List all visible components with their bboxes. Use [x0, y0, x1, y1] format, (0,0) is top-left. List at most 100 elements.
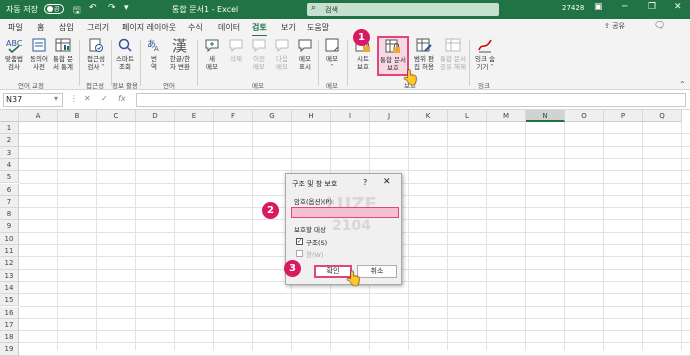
- minimize-icon[interactable]: ─: [622, 2, 627, 12]
- row-header-17[interactable]: 17: [0, 318, 19, 332]
- smart-lookup-button[interactable]: 스마트 조회: [114, 37, 136, 71]
- row-header-12[interactable]: 12: [0, 257, 19, 270]
- column-header-c[interactable]: C: [97, 110, 136, 122]
- column-header-i[interactable]: I: [331, 110, 370, 122]
- delete-comment-button[interactable]: 삭제: [226, 37, 246, 63]
- notes-label: 메모 ˅: [326, 55, 338, 71]
- collapse-ribbon-icon[interactable]: ⌃: [679, 80, 686, 89]
- column-header-l[interactable]: L: [448, 110, 487, 122]
- windows-checkbox[interactable]: [296, 250, 303, 257]
- save-icon[interactable]: 🖫: [73, 3, 81, 19]
- redo-icon[interactable]: ↷: [108, 3, 116, 13]
- help-icon[interactable]: ?: [363, 178, 367, 187]
- tab-9[interactable]: 도움말: [307, 22, 329, 33]
- tab-8[interactable]: 보기: [281, 22, 296, 33]
- row-header-16[interactable]: 16: [0, 306, 19, 319]
- previous-comment-button[interactable]: 이전 메모: [249, 37, 269, 71]
- undo-icon[interactable]: ↶: [89, 3, 97, 13]
- row-header-1[interactable]: 1: [0, 122, 19, 135]
- tab-1[interactable]: 홈: [37, 22, 44, 33]
- tab-7[interactable]: 검토: [252, 22, 267, 37]
- row-header-9[interactable]: 9: [0, 220, 19, 233]
- column-header-d[interactable]: D: [136, 110, 175, 122]
- thesaurus-button[interactable]: 동의어 사전: [28, 37, 50, 71]
- group-language: 언어: [163, 82, 175, 90]
- column-header-o[interactable]: O: [565, 110, 604, 122]
- dialog-title: 구조 및 창 보호: [292, 180, 338, 188]
- row-header-4[interactable]: 4: [0, 158, 19, 172]
- protect-structure-dialog: LUZE 2104 구조 및 창 보호 ? ✕ 암호(옵션)(P): 보호할 대…: [285, 173, 402, 285]
- document-title: 통합 문서1 - Excel: [172, 5, 239, 14]
- cancel-entry-icon[interactable]: ✕: [84, 94, 91, 103]
- workbook-stats-button[interactable]: 통합 문 서 통계: [52, 37, 74, 71]
- search-box[interactable]: ⌕ 검색: [307, 3, 499, 16]
- restore-icon[interactable]: ❐: [648, 2, 656, 12]
- user-name[interactable]: 27428: [562, 4, 584, 12]
- column-header-p[interactable]: P: [604, 110, 643, 122]
- show-comments-label: 메모 표시: [299, 55, 311, 71]
- workbook-stats-label: 통합 문 서 통계: [52, 55, 73, 71]
- column-header-j[interactable]: J: [370, 110, 409, 122]
- column-header-f[interactable]: F: [214, 110, 253, 122]
- next-comment-icon: [275, 39, 289, 53]
- row-header-11[interactable]: 11: [0, 245, 19, 258]
- row-header-5[interactable]: 5: [0, 171, 19, 184]
- tab-4[interactable]: 페이지 레이아웃: [122, 22, 176, 33]
- unshare-workbook-button[interactable]: 통합 문서 공유 해제: [439, 37, 467, 71]
- row-header-7[interactable]: 7: [0, 195, 19, 209]
- allow-edit-ranges-button[interactable]: 범위 편 집 허용: [412, 37, 436, 71]
- formula-input[interactable]: [136, 93, 686, 107]
- row-header-14[interactable]: 14: [0, 281, 19, 295]
- gridline: [213, 122, 214, 350]
- column-header-g[interactable]: G: [253, 110, 292, 122]
- new-comment-icon: [205, 39, 219, 53]
- smart-lookup-icon: [118, 38, 132, 52]
- next-comment-button[interactable]: 다음 메모: [272, 37, 292, 71]
- column-header-a[interactable]: A: [19, 110, 58, 122]
- column-header-m[interactable]: M: [487, 110, 526, 122]
- autosave-toggle[interactable]: 끔: [44, 4, 64, 14]
- row-header-6[interactable]: 6: [0, 183, 19, 196]
- column-header-b[interactable]: B: [58, 110, 97, 122]
- column-header-n[interactable]: N: [526, 110, 565, 122]
- insert-function-icon[interactable]: fx: [118, 94, 126, 103]
- tab-5[interactable]: 수식: [188, 22, 203, 33]
- translate-button[interactable]: あA 번 역: [144, 37, 164, 71]
- customize-qat-icon[interactable]: ▾: [124, 3, 129, 13]
- row-header-3[interactable]: 3: [0, 146, 19, 159]
- accessibility-button[interactable]: 접근성 검사 ˅: [84, 37, 108, 71]
- close-icon[interactable]: ✕: [383, 177, 391, 187]
- row-header-8[interactable]: 8: [0, 208, 19, 221]
- column-header-h[interactable]: H: [292, 110, 331, 122]
- column-header-q[interactable]: Q: [643, 110, 682, 122]
- tab-0[interactable]: 파일: [8, 22, 23, 33]
- row-header-13[interactable]: 13: [0, 269, 19, 282]
- comments-pane-icon[interactable]: 🗨: [654, 21, 665, 31]
- spelling-button[interactable]: ABC 맞춤법 검사: [3, 37, 25, 71]
- show-comments-button[interactable]: 메모 표시: [295, 37, 315, 71]
- share-button[interactable]: ⇪ 공유: [604, 21, 625, 31]
- tab-6[interactable]: 데이터: [218, 22, 240, 33]
- namebox-dropdown-icon[interactable]: ▾: [54, 94, 58, 103]
- password-input[interactable]: [291, 207, 399, 218]
- group-proofing: 언어 교정: [18, 82, 44, 90]
- korean-hanja-button[interactable]: 漢 한글/한 자 변환: [167, 37, 193, 71]
- row-header-15[interactable]: 15: [0, 294, 19, 307]
- select-all-corner[interactable]: [0, 110, 19, 122]
- close-window-icon[interactable]: ✕: [674, 2, 682, 12]
- column-header-k[interactable]: K: [409, 110, 448, 122]
- thesaurus-label: 동의어 사전: [30, 55, 48, 71]
- notes-button[interactable]: 메모 ˅: [322, 37, 342, 71]
- cancel-button[interactable]: 취소: [357, 265, 397, 278]
- tab-3[interactable]: 그리기: [87, 22, 109, 33]
- tab-2[interactable]: 삽입: [59, 22, 74, 33]
- structure-checkbox[interactable]: ✓: [296, 238, 303, 245]
- row-header-10[interactable]: 10: [0, 232, 19, 245]
- ribbon-display-icon[interactable]: ▣: [594, 2, 603, 12]
- column-header-e[interactable]: E: [175, 110, 214, 122]
- enter-check-icon[interactable]: ✓: [101, 94, 108, 103]
- hide-ink-button[interactable]: 잉크 숨 기기 ˅: [473, 37, 497, 71]
- row-header-2[interactable]: 2: [0, 134, 19, 147]
- new-comment-button[interactable]: 새 메모: [202, 37, 222, 71]
- row-header-18[interactable]: 18: [0, 331, 19, 344]
